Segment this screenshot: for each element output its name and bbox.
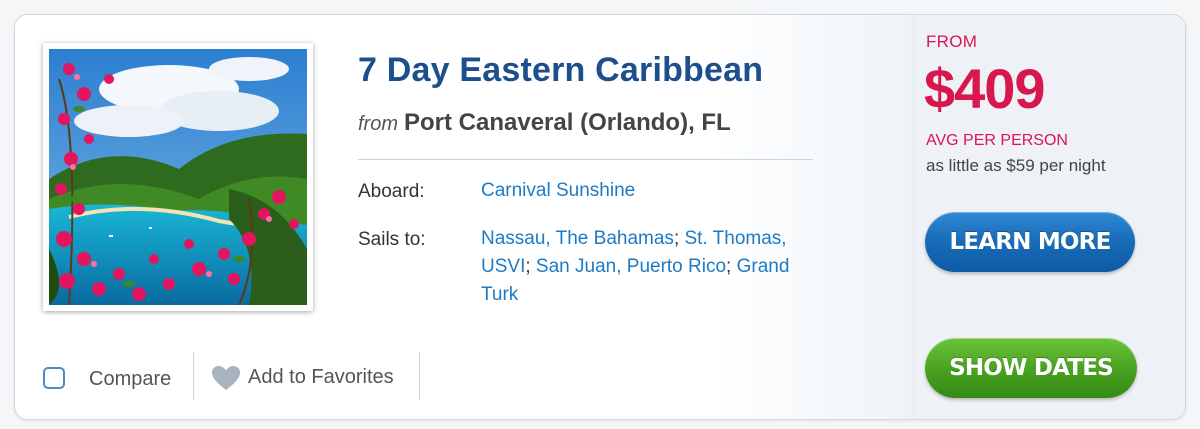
action-divider xyxy=(193,352,194,400)
ship-link[interactable]: Carnival Sunshine xyxy=(481,180,635,201)
heart-icon[interactable] xyxy=(211,365,241,391)
card-actions: Compare Add to Favorites xyxy=(15,349,575,405)
caribbean-beach-image xyxy=(49,49,307,305)
departure-port: Port Canaveral (Orlando), FL xyxy=(404,109,731,136)
per-night-price: as little as $59 per night xyxy=(926,156,1106,175)
compare-label[interactable]: Compare xyxy=(89,368,171,391)
ship-link-container: Carnival Sunshine xyxy=(481,177,811,205)
departure-line: from Port Canaveral (Orlando), FL xyxy=(358,109,731,137)
port-link-san-juan[interactable]: San Juan, Puerto Rico xyxy=(536,256,726,277)
destination-photo[interactable] xyxy=(43,43,313,311)
port-separator: ; xyxy=(726,256,732,277)
sails-to-label: Sails to: xyxy=(358,229,426,250)
port-separator: ; xyxy=(525,256,531,277)
ports-list: Nassau, The Bahamas; St. Thomas, USVI; S… xyxy=(481,225,811,309)
port-link-nassau[interactable]: Nassau, The Bahamas xyxy=(481,228,674,249)
cruise-title[interactable]: 7 Day Eastern Caribbean xyxy=(358,51,763,90)
price-amount: $409 xyxy=(924,57,1046,120)
show-dates-button[interactable]: SHOW DATES xyxy=(925,338,1137,398)
add-to-favorites-link[interactable]: Add to Favorites xyxy=(248,366,394,389)
aboard-label: Aboard: xyxy=(358,181,425,202)
divider xyxy=(358,159,813,160)
price-from-label: FROM xyxy=(926,32,978,51)
compare-checkbox[interactable] xyxy=(43,367,65,389)
action-divider xyxy=(419,352,420,400)
learn-more-button[interactable]: LEARN MORE xyxy=(925,212,1135,272)
from-label: from xyxy=(358,113,398,135)
port-separator: ; xyxy=(673,228,680,249)
avg-per-person-label: AVG PER PERSON xyxy=(926,132,1068,149)
cruise-details: 7 Day Eastern Caribbean from Port Canaver… xyxy=(15,15,913,419)
